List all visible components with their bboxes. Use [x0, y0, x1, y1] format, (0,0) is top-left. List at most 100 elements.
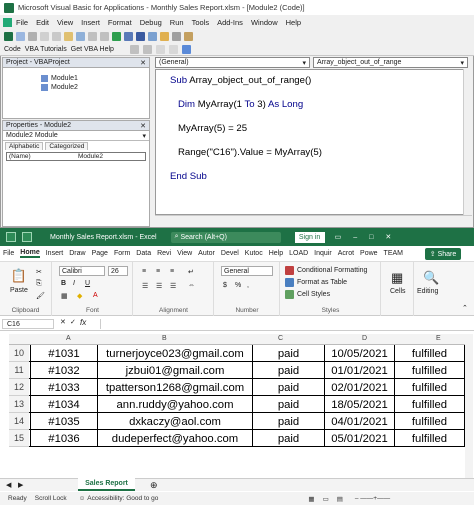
column-header-e[interactable]: E: [436, 335, 441, 342]
get-vba-help-menu[interactable]: Get VBA Help: [71, 46, 114, 53]
code-menu[interactable]: Code: [4, 46, 21, 53]
row-header[interactable]: 13: [9, 396, 29, 413]
tree-item-module1[interactable]: Module1: [41, 74, 149, 83]
tab-help[interactable]: Help: [269, 250, 283, 257]
cell-date[interactable]: 02/01/2021: [324, 379, 394, 396]
code-vertical-scrollbar[interactable]: [463, 69, 472, 215]
cell-order-id[interactable]: #1035: [30, 413, 97, 430]
grid-vertical-scrollbar[interactable]: [465, 334, 473, 478]
tab-load[interactable]: LOAD: [289, 250, 308, 257]
cell-date[interactable]: 01/01/2021: [324, 362, 394, 379]
cell-fulfillment[interactable]: fulfilled: [394, 430, 465, 447]
cell-fulfillment[interactable]: fulfilled: [394, 345, 465, 362]
cell-fulfillment[interactable]: fulfilled: [394, 362, 465, 379]
menu-help[interactable]: Help: [286, 18, 301, 27]
object-dropdown[interactable]: (General) ▾: [155, 57, 310, 68]
cells-group[interactable]: ▦ Cells: [382, 262, 414, 316]
cut-icon[interactable]: ✂: [36, 268, 42, 276]
tab-file[interactable]: File: [3, 250, 14, 257]
row-header[interactable]: 11: [9, 362, 29, 379]
normal-view-icon[interactable]: ▦: [308, 495, 314, 503]
row-header[interactable]: 12: [9, 379, 29, 396]
bookmark-icon[interactable]: [181, 44, 191, 54]
conditional-formatting-button[interactable]: Conditional Formatting: [285, 266, 367, 275]
align-center-icon[interactable]: ☰: [156, 282, 162, 290]
cell-status[interactable]: paid: [252, 430, 324, 447]
menu-file[interactable]: File: [16, 18, 28, 27]
cell-order-id[interactable]: #1031: [30, 345, 97, 362]
bold-icon[interactable]: B: [61, 280, 66, 287]
tab-inquire[interactable]: Inquir: [314, 250, 332, 257]
number-format-dropdown[interactable]: General: [221, 266, 273, 276]
align-top-icon[interactable]: ≡: [142, 268, 146, 275]
enter-icon[interactable]: ✓: [70, 318, 76, 326]
cell-email[interactable]: turnerjoyce023@gmail.com: [97, 345, 252, 362]
cell-status[interactable]: paid: [252, 396, 324, 413]
property-row[interactable]: (Name) Module2: [6, 152, 146, 161]
border-icon[interactable]: ▦: [61, 292, 68, 300]
copy-icon[interactable]: [52, 31, 61, 41]
comment-icon[interactable]: [155, 44, 165, 54]
column-header-b[interactable]: B: [162, 335, 167, 342]
font-name-dropdown[interactable]: Calibri: [59, 266, 105, 276]
redo-icon[interactable]: [100, 31, 109, 41]
maximize-icon[interactable]: □: [369, 234, 373, 241]
cell-fulfillment[interactable]: fulfilled: [394, 396, 465, 413]
cut-icon[interactable]: [40, 31, 49, 41]
insert-module-icon[interactable]: [16, 31, 25, 41]
chevron-down-icon[interactable]: ▾: [142, 132, 146, 140]
vba-tutorials-menu[interactable]: VBA Tutorials: [25, 46, 67, 53]
cell-date[interactable]: 05/01/2021: [324, 430, 394, 447]
cell-status[interactable]: paid: [252, 413, 324, 430]
currency-icon[interactable]: $: [223, 282, 227, 289]
font-size-dropdown[interactable]: 26: [108, 266, 128, 276]
cancel-icon[interactable]: ✕: [60, 318, 66, 326]
code-editor[interactable]: Sub Array_object_out_of_range() Dim MyAr…: [155, 69, 464, 215]
close-icon[interactable]: ✕: [140, 59, 146, 67]
chevron-down-icon[interactable]: ▾: [302, 59, 306, 67]
sign-in-button[interactable]: Sign in: [294, 231, 325, 243]
zoom-slider[interactable]: – ——+——: [355, 495, 390, 502]
font-color-icon[interactable]: A: [93, 292, 98, 299]
paste-button[interactable]: 📋 Paste: [10, 268, 28, 294]
column-header-d[interactable]: D: [362, 335, 367, 342]
undo-icon[interactable]: [22, 232, 32, 242]
align-bottom-icon[interactable]: ≡: [170, 268, 174, 275]
menu-format[interactable]: Format: [108, 18, 132, 27]
column-header-c[interactable]: C: [278, 335, 283, 342]
menu-edit[interactable]: Edit: [36, 18, 49, 27]
tab-formulas[interactable]: Form: [114, 250, 130, 257]
design-mode-icon[interactable]: [148, 31, 157, 41]
cell-email[interactable]: ann.ruddy@yahoo.com: [97, 396, 252, 413]
row-header[interactable]: 14: [9, 413, 29, 430]
find-icon[interactable]: [76, 31, 85, 41]
excel-view-icon[interactable]: [4, 31, 13, 41]
cell-fulfillment[interactable]: fulfilled: [394, 413, 465, 430]
cell-date[interactable]: 10/05/2021: [324, 345, 394, 362]
property-value[interactable]: Module2: [76, 153, 145, 160]
tab-data[interactable]: Data: [136, 250, 151, 257]
cell-email[interactable]: jzbui01@gmail.com: [97, 362, 252, 379]
format-as-table-button[interactable]: Format as Table: [285, 278, 347, 287]
cell-email[interactable]: tpatterson1268@gmail.com: [97, 379, 252, 396]
copy-icon[interactable]: ⎘: [36, 280, 42, 288]
row-header[interactable]: 15: [9, 430, 29, 447]
cell-status[interactable]: paid: [252, 379, 324, 396]
worksheet-grid[interactable]: 10 #1031 turnerjoyce023@gmail.com paid 1…: [9, 345, 465, 449]
cell-order-id[interactable]: #1032: [30, 362, 97, 379]
tab-automate[interactable]: Autor: [198, 250, 215, 257]
align-left-icon[interactable]: ☰: [142, 282, 148, 290]
tab-developer[interactable]: Devel: [221, 250, 239, 257]
menu-run[interactable]: Run: [170, 18, 184, 27]
tab-home[interactable]: Home: [20, 249, 40, 258]
cell-status[interactable]: paid: [252, 345, 324, 362]
project-explorer-icon[interactable]: [160, 31, 169, 41]
wrap-text-icon[interactable]: ↵: [188, 268, 194, 276]
table-row[interactable]: 11 #1032 jzbui01@gmail.com paid 01/01/20…: [9, 362, 465, 379]
cell-styles-button[interactable]: Cell Styles: [285, 290, 330, 299]
autosave-icon[interactable]: [6, 232, 16, 242]
menu-view[interactable]: View: [57, 18, 73, 27]
cell-fulfillment[interactable]: fulfilled: [394, 379, 465, 396]
break-icon[interactable]: [124, 31, 133, 41]
cell-order-id[interactable]: #1033: [30, 379, 97, 396]
